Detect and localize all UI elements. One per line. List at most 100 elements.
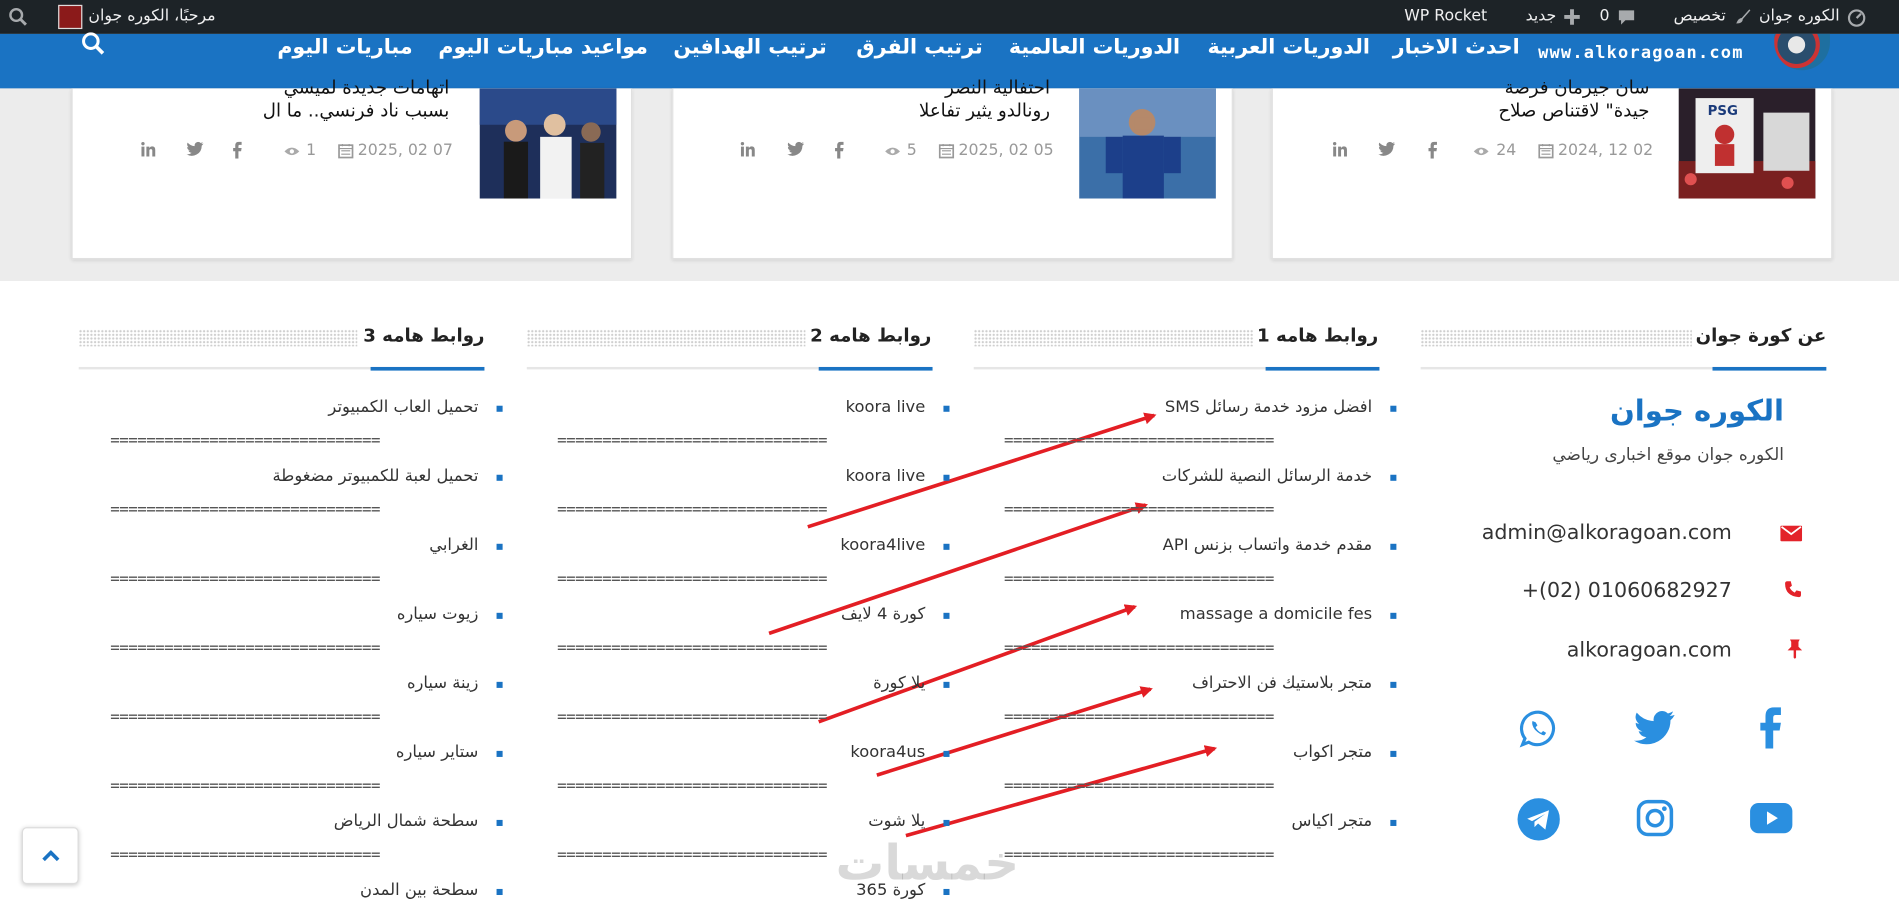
nav-item-latest-news[interactable]: احدث الاخبار [1393, 35, 1520, 59]
separator-line: ============================== [110, 777, 381, 796]
facebook-icon [835, 141, 844, 159]
footer-link[interactable]: تحميل العاب الكمبيوتر [328, 397, 478, 419]
post-card[interactable]: احتفالية النصر رونالدو يثير تفاعلا 2025,… [672, 76, 1233, 260]
post-title[interactable]: رونالدو يثير تفاعلا [919, 96, 1050, 125]
whatsapp-icon[interactable] [1519, 708, 1559, 753]
footer-link[interactable]: افضل مزود خدمة رسائل SMS [1165, 397, 1372, 419]
footer-link[interactable]: كورة 365 [856, 880, 925, 902]
admin-customize[interactable]: تخصيص [1674, 0, 1754, 34]
footer-link[interactable]: متجر اكواب [1293, 742, 1372, 764]
linkedin-icon [740, 141, 755, 157]
footer-link[interactable]: koora4us [850, 742, 925, 764]
footer-link[interactable]: متجر بلاستيك فن الاحتراف [1192, 673, 1372, 695]
footer-link[interactable]: massage a domicile fes [1180, 604, 1372, 626]
share-twitter[interactable] [186, 141, 204, 161]
footer-link[interactable]: سطحة بين المدن [360, 880, 478, 902]
admin-comments[interactable]: 0 [1600, 0, 1638, 34]
admin-wp-rocket[interactable]: WP Rocket [1404, 0, 1487, 34]
list-bullet [496, 612, 503, 619]
brush-icon [1736, 9, 1751, 24]
plus-icon [1564, 9, 1580, 25]
footer-link[interactable]: متجر اكياس [1292, 811, 1373, 833]
list-bullet [943, 543, 950, 550]
chevron-up-icon [41, 849, 59, 861]
post-title[interactable]: جيدة" لاقتناص صلاح [1498, 96, 1649, 125]
twitter-icon [1378, 141, 1396, 156]
share-linkedin[interactable] [740, 141, 756, 163]
separator-line: ============================== [1004, 777, 1274, 796]
separator-line: ============================== [110, 708, 381, 727]
footer-link[interactable]: koora live [846, 466, 926, 488]
post-date: 2025, 02 07 [338, 142, 453, 160]
nav-item-match-schedule[interactable]: مواعيد مباريات اليوم [438, 35, 648, 59]
share-linkedin[interactable] [140, 141, 156, 163]
separator-line: ============================== [1004, 570, 1274, 589]
footer-link[interactable]: تحميل لعبة للكمبيوتر مضغوطة [273, 466, 479, 488]
footer-link[interactable]: كورة 4 لايف [841, 604, 925, 626]
share-twitter[interactable] [1378, 141, 1396, 161]
list-bullet [1390, 681, 1397, 688]
instagram-icon[interactable] [1636, 799, 1674, 841]
post-views: 24 [1473, 142, 1516, 160]
svg-text:PSG: PSG [1708, 104, 1738, 119]
nav-search-button[interactable] [81, 31, 105, 60]
footer-link[interactable]: يلا شوت [868, 811, 925, 833]
nav-item-team-standings[interactable]: ترتيب الفرق [856, 35, 982, 59]
youtube-icon[interactable] [1750, 802, 1793, 840]
contact-website[interactable]: alkoragoan.com [1567, 638, 1732, 662]
separator-line: ============================== [110, 846, 381, 865]
list-bullet [943, 681, 950, 688]
separator-line: ============================== [557, 846, 827, 865]
share-facebook[interactable] [1427, 141, 1439, 164]
admin-site-menu[interactable]: الكوره جوان [1759, 0, 1868, 34]
nav-item-top-scorers[interactable]: ترتيب الهدافين [673, 35, 826, 59]
admin-search[interactable] [8, 0, 27, 34]
comment-icon [1618, 10, 1635, 25]
scroll-to-top-button[interactable] [21, 827, 79, 885]
share-twitter[interactable] [787, 141, 805, 161]
share-facebook[interactable] [833, 141, 845, 164]
facebook-icon [1428, 141, 1437, 159]
nav-item-arab-leagues[interactable]: الدوريات العربية [1207, 35, 1369, 59]
list-bullet [1390, 819, 1397, 826]
post-card[interactable]: اتهامات جديدة لميسي بسبب ناد فرنسي.. ما … [71, 76, 633, 260]
admin-new[interactable]: جديد [1526, 0, 1582, 34]
footer-link[interactable]: يلا كورة [873, 673, 925, 695]
separator-line: ============================== [1004, 501, 1274, 520]
share-linkedin[interactable] [1332, 141, 1348, 163]
post-card[interactable]: PSG سان جيرمان فرصة جيدة" لاقتناص صلاح 2… [1271, 76, 1833, 260]
footer-link[interactable]: سطحة شمال الرياض [334, 811, 479, 833]
admin-account[interactable]: مرحبًا، الكوره جوان [58, 0, 216, 34]
footer-link[interactable]: koora4live [840, 535, 925, 557]
post-title[interactable]: بسبب ناد فرنسي.. ما ال [263, 96, 450, 125]
list-bullet [496, 819, 503, 826]
telegram-icon[interactable] [1517, 798, 1560, 845]
footer-link[interactable]: مقدم خدمة واتساب بزنس API [1163, 535, 1373, 557]
linkedin-icon [141, 141, 156, 157]
separator-line: ============================== [557, 432, 827, 451]
list-bullet [496, 405, 503, 412]
footer-link[interactable]: koora live [846, 397, 926, 419]
footer-link[interactable]: ستاير سياره [396, 742, 478, 764]
twitter-icon[interactable] [1634, 711, 1675, 750]
contact-phone[interactable]: +(02) 01060682927 [1522, 579, 1732, 603]
red-arrow [768, 502, 1148, 636]
footer-link[interactable]: خدمة الرسائل النصية للشركات [1162, 466, 1372, 488]
post-date: 2025, 02 05 [939, 142, 1054, 160]
nav-item-today-matches[interactable]: مباريات اليوم [277, 35, 412, 59]
wp-admin-bar: الكوره جوان تخصيص 0 جديد WP Rocket مرحبً… [0, 0, 1899, 34]
facebook-icon[interactable] [1755, 707, 1786, 753]
contact-email[interactable]: admin@alkoragoan.com [1482, 521, 1732, 545]
separator-line: ============================== [110, 639, 381, 658]
separator-line: ============================== [557, 570, 827, 589]
calendar-icon [1538, 144, 1555, 159]
list-bullet [496, 681, 503, 688]
footer-link[interactable]: الغرابي [429, 535, 478, 557]
nav-item-world-leagues[interactable]: الدوريات العالمية [1009, 35, 1180, 59]
footer-link[interactable]: زينة سياره [407, 673, 478, 695]
footer-link[interactable]: زيوت سياره [397, 604, 479, 626]
separator-line: ============================== [557, 639, 827, 658]
eye-icon [284, 147, 299, 155]
admin-wp-rocket-label: WP Rocket [1404, 7, 1488, 26]
share-facebook[interactable] [231, 141, 243, 164]
